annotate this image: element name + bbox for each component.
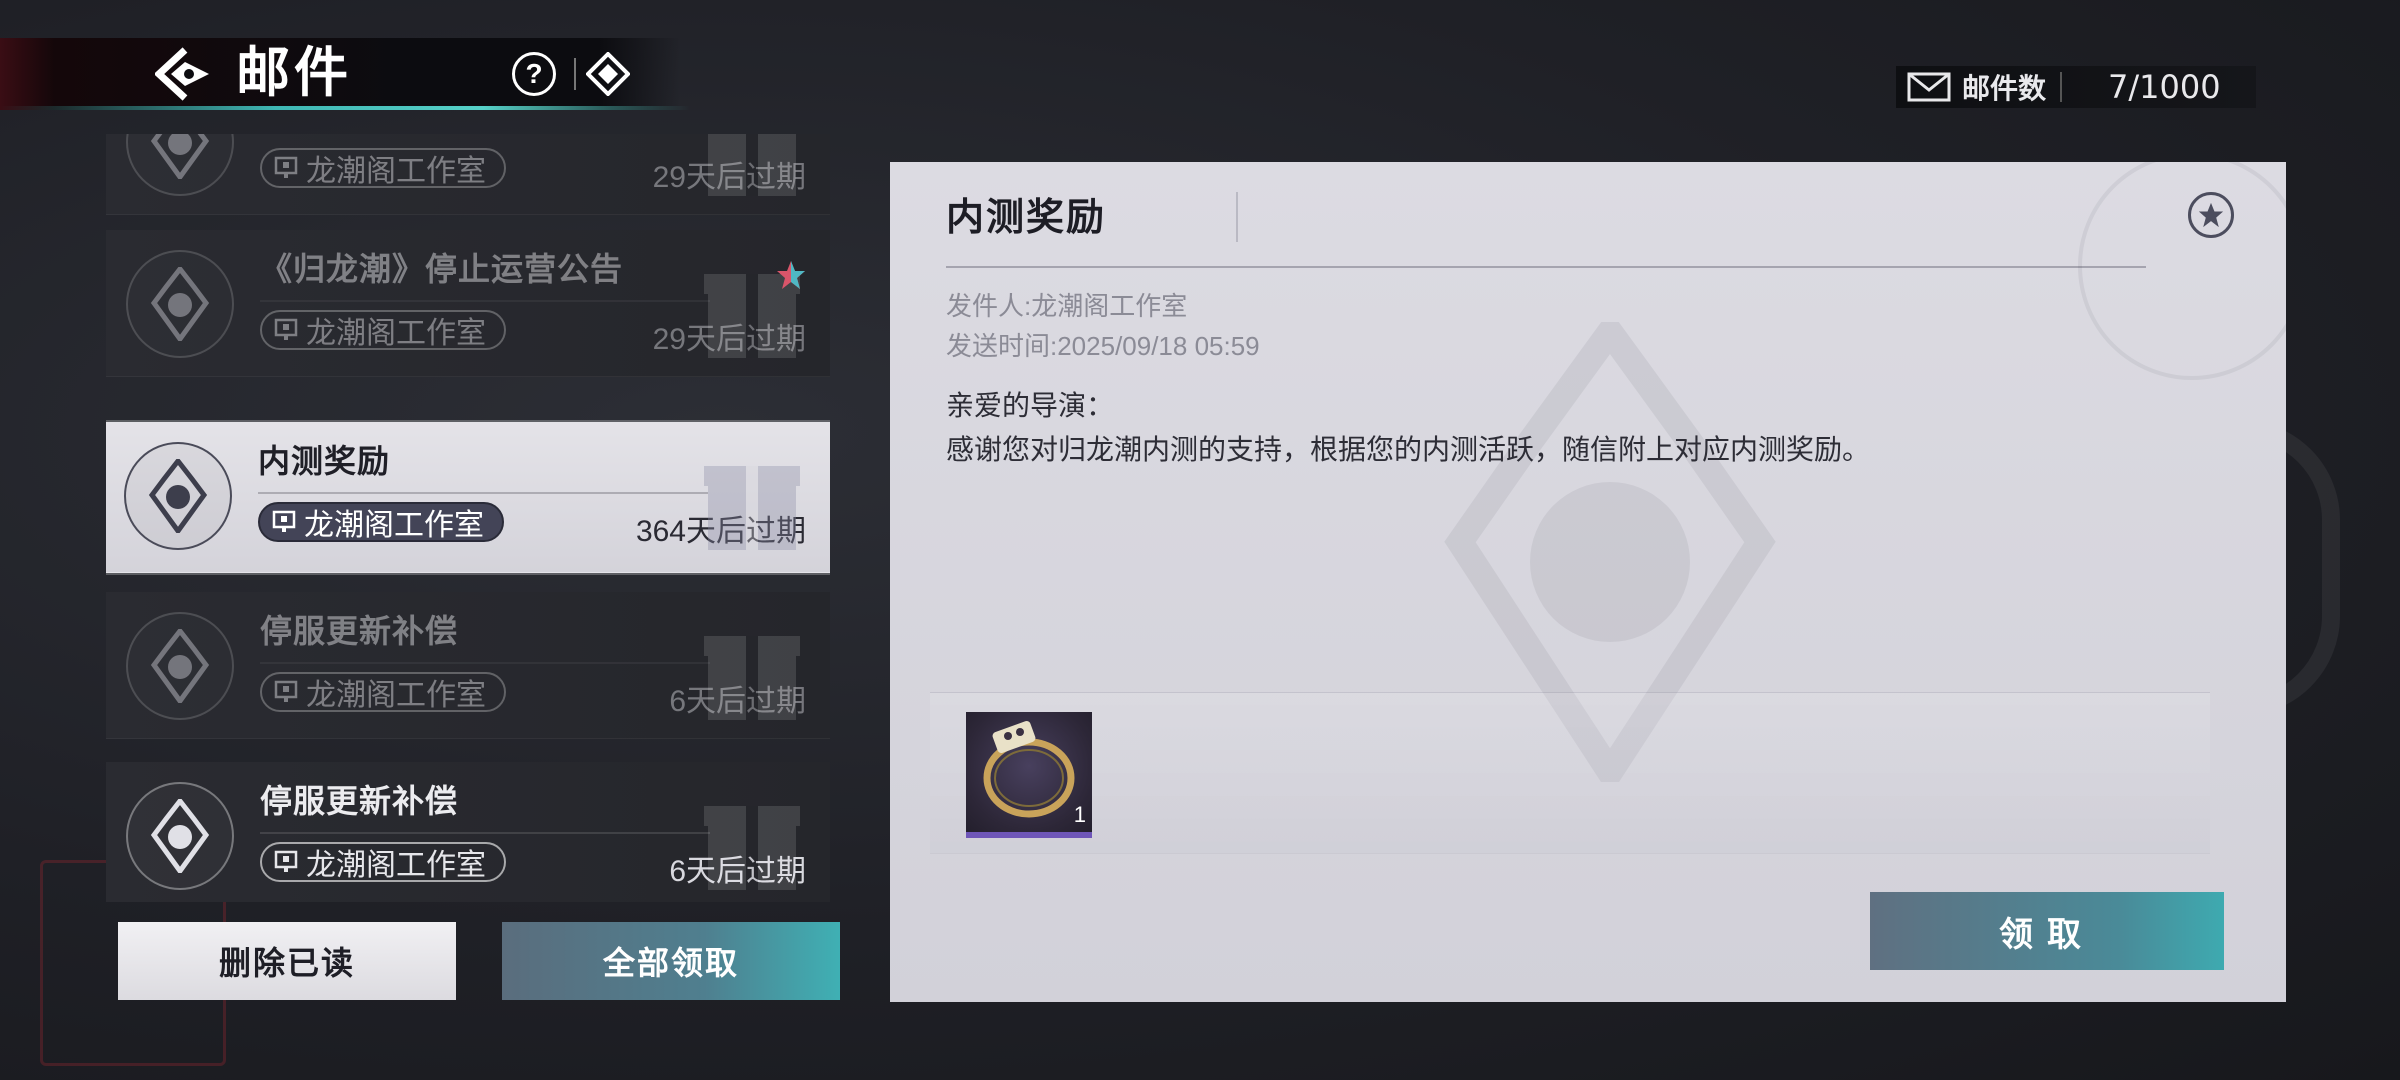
detail-divider [946, 266, 2146, 268]
detail-title-separator [1236, 192, 1238, 242]
sender-monitor-icon [274, 850, 298, 872]
sender-avatar [124, 442, 232, 550]
mail-title: 停服更新补偿 [260, 612, 459, 650]
dragon-emblem-icon [150, 134, 210, 179]
detail-sender: 发件人:龙潮阁工作室 [946, 291, 1188, 321]
sender-name: 龙潮阁工作室 [306, 317, 486, 350]
sender-tag: 龙潮阁工作室 [260, 842, 506, 882]
sender-tag: 龙潮阁工作室 [258, 502, 504, 542]
sender-name: 龙潮阁工作室 [306, 679, 486, 712]
sender-monitor-icon [272, 510, 296, 532]
title-underline [260, 832, 710, 834]
sender-tag: 龙潮阁工作室 [260, 310, 506, 350]
sender-tag: 龙潮阁工作室 [260, 672, 506, 712]
delete-read-button[interactable]: 删除已读 [118, 922, 456, 1000]
star-icon [777, 261, 805, 289]
sender-name: 龙潮阁工作室 [304, 509, 484, 542]
claim-button[interactable]: 领取 [1870, 892, 2224, 970]
gift-icon [708, 134, 796, 196]
back-arrow-icon [155, 47, 209, 101]
detail-greeting: 亲爱的导演： [946, 390, 1115, 421]
star-icon [2198, 202, 2224, 228]
title-underline [260, 662, 710, 664]
header-accent-line [0, 106, 690, 110]
question-circle-icon: ? [525, 58, 543, 89]
mail-list[interactable]: 龙潮阁工作室 29天后过期 《归龙潮》停止运营公告 龙潮阁工作室 29天后过期 [106, 134, 830, 902]
mail-list-item-selected[interactable]: 内测奖励 龙潮阁工作室 364天后过期 [106, 422, 830, 573]
diamond-eye-icon [586, 52, 630, 96]
detail-send-time: 发送时间:2025/09/18 05:59 [946, 331, 1260, 361]
page-title: 邮件 [236, 40, 352, 104]
mail-count-badge: 邮件数 7/1000 [1896, 66, 2256, 108]
mail-count-value: 7/1000 [2108, 68, 2221, 106]
favorite-button[interactable] [2188, 192, 2234, 238]
help-button[interactable]: ? [512, 52, 556, 96]
back-button[interactable] [152, 44, 216, 104]
envelope-icon [1906, 72, 1952, 102]
header-divider [574, 58, 576, 90]
sender-monitor-icon [274, 318, 298, 340]
sender-avatar [126, 134, 234, 196]
title-underline [260, 300, 710, 302]
sender-name: 龙潮阁工作室 [306, 155, 486, 188]
attachment-item[interactable]: 1 [966, 712, 1092, 838]
mail-list-item[interactable]: 停服更新补偿 龙潮阁工作室 6天后过期 [106, 592, 830, 739]
dragon-emblem-icon [150, 267, 210, 341]
mail-count-separator [2060, 72, 2063, 102]
title-underline [258, 492, 708, 494]
claim-all-button[interactable]: 全部领取 [502, 922, 840, 1000]
mail-list-item[interactable]: 龙潮阁工作室 29天后过期 [106, 134, 830, 215]
info-diamond-button[interactable] [584, 50, 632, 98]
sender-tag: 龙潮阁工作室 [260, 148, 506, 188]
detail-title: 内测奖励 [946, 194, 1107, 239]
mail-title: 《归龙潮》停止运营公告 [260, 250, 624, 288]
sender-avatar [126, 250, 234, 358]
attachment-strip [930, 692, 2210, 854]
sender-monitor-icon [274, 156, 298, 178]
sender-avatar [126, 612, 234, 720]
mail-list-item[interactable]: 停服更新补偿 龙潮阁工作室 6天后过期 [106, 762, 830, 902]
sender-avatar [126, 782, 234, 890]
sender-monitor-icon [274, 680, 298, 702]
detail-body: 感谢您对归龙潮内测的支持，根据您的内测活跃，随信附上对应内测奖励。 [946, 434, 1871, 465]
mail-title: 停服更新补偿 [260, 782, 459, 820]
gift-icon [704, 466, 800, 550]
gift-icon [704, 636, 800, 720]
detail-stamp-decoration [2078, 162, 2286, 380]
dragon-emblem-icon [148, 459, 208, 533]
dragon-emblem-icon [150, 629, 210, 703]
attachment-count: 1 [1073, 802, 1086, 827]
gift-icon [704, 806, 800, 890]
mail-detail-panel: 内测奖励 发件人:龙潮阁工作室 发送时间:2025/09/18 05:59 亲爱… [890, 162, 2286, 1002]
mail-count-label: 邮件数 [1962, 72, 2047, 105]
mail-list-item[interactable]: 《归龙潮》停止运营公告 龙潮阁工作室 29天后过期 [106, 230, 830, 377]
mail-title: 内测奖励 [258, 442, 391, 480]
dragon-emblem-icon [150, 799, 210, 873]
sender-name: 龙潮阁工作室 [306, 849, 486, 882]
